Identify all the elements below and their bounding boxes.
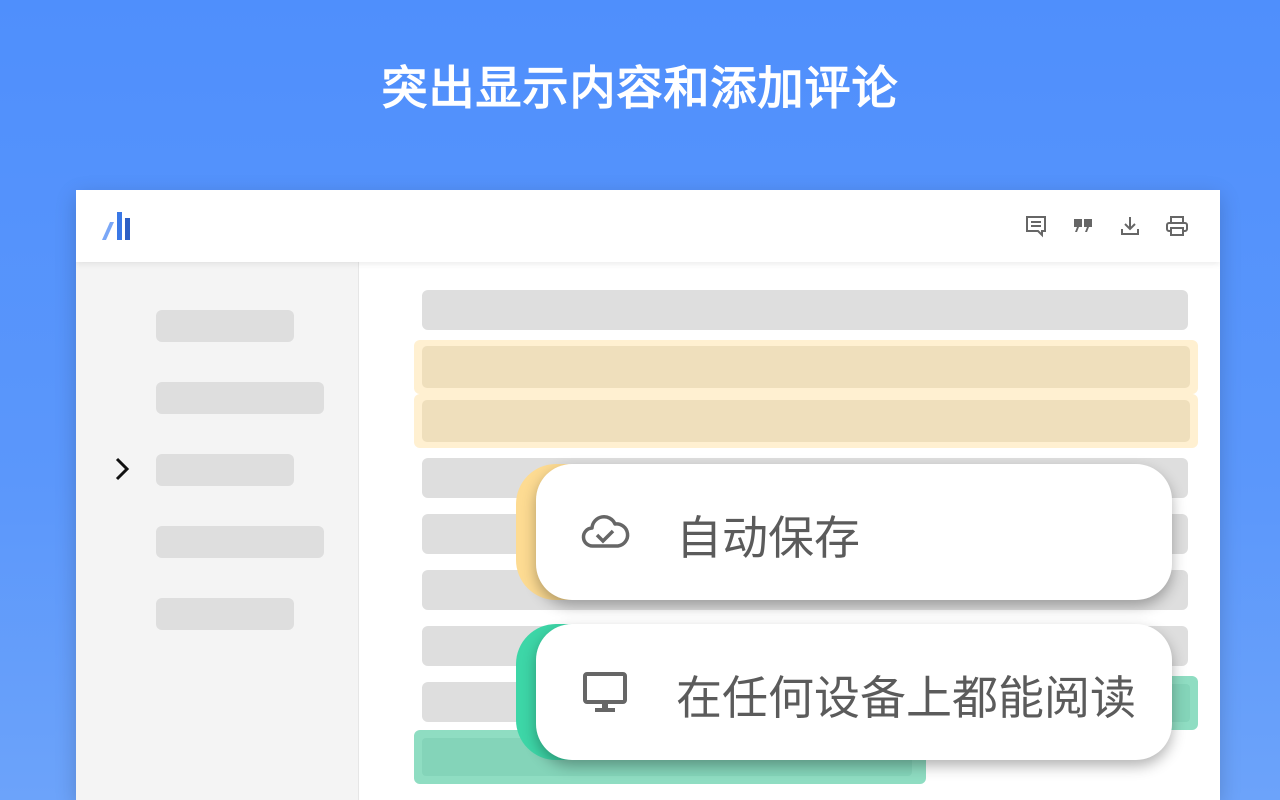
feature-label: 在任何设备上都能阅读	[676, 671, 1136, 725]
feature-label: 自动保存	[676, 511, 860, 565]
app-logo-icon	[102, 212, 130, 240]
comment-icon[interactable]	[1024, 214, 1048, 238]
text-line	[422, 290, 1188, 330]
monitor-icon	[583, 672, 627, 712]
cloud-check-icon	[581, 515, 630, 548]
download-icon[interactable]	[1118, 214, 1142, 238]
feature-card-any-device: 在任何设备上都能阅读	[516, 624, 1172, 760]
sidebar-item[interactable]	[156, 526, 324, 558]
sidebar-item[interactable]	[156, 598, 294, 630]
chevron-right-icon[interactable]	[112, 456, 132, 482]
sidebar	[76, 262, 359, 800]
feature-card-autosave: 自动保存	[516, 464, 1172, 600]
highlight-yellow[interactable]	[414, 340, 1198, 394]
highlight-yellow[interactable]	[414, 394, 1198, 448]
sidebar-item-active[interactable]	[156, 454, 294, 486]
page-headline: 突出显示内容和添加评论	[381, 61, 899, 115]
sidebar-item[interactable]	[156, 310, 294, 342]
sidebar-item[interactable]	[156, 382, 324, 414]
toolbar	[76, 190, 1220, 262]
feature-card: 自动保存	[536, 464, 1172, 600]
quote-icon[interactable]	[1071, 214, 1095, 238]
print-icon[interactable]	[1165, 214, 1189, 238]
feature-card: 在任何设备上都能阅读	[536, 624, 1172, 760]
